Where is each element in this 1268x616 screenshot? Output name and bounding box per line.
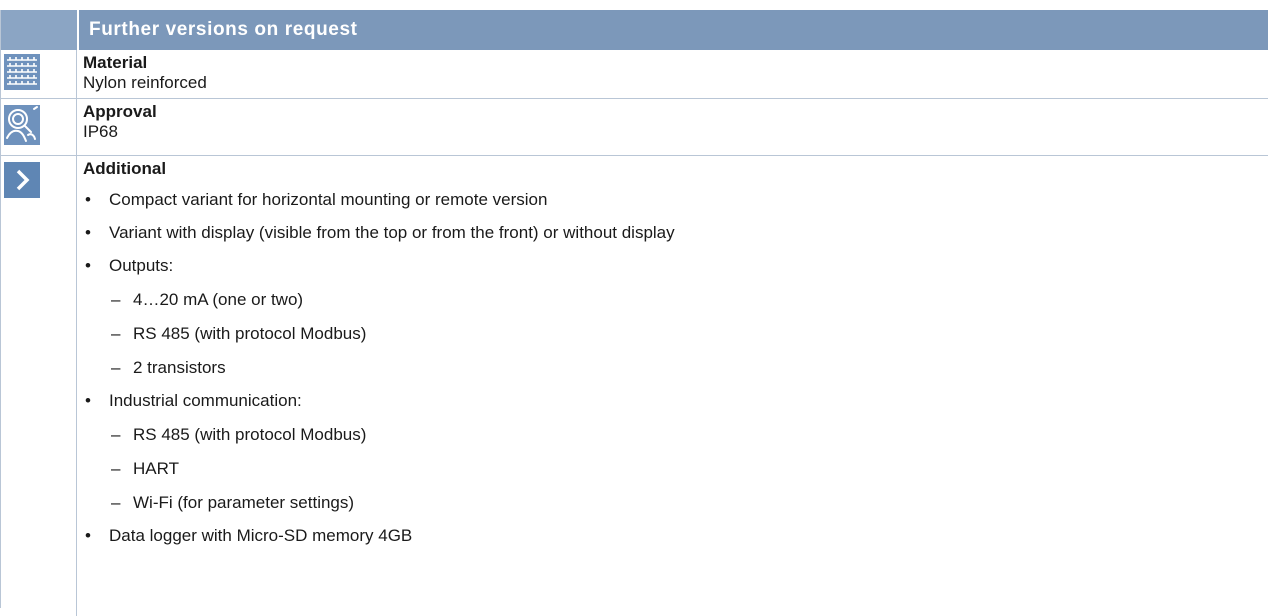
sub-list: 4…20 mA (one or two) RS 485 (with protoc… <box>109 288 1268 380</box>
additional-row: Additional Compact variant for horizonta… <box>1 156 1268 616</box>
list-item: Outputs: 4…20 mA (one or two) RS 485 (wi… <box>83 254 1268 380</box>
material-content: Material Nylon reinforced <box>77 50 1268 98</box>
sub-list-item: 2 transistors <box>109 356 1268 380</box>
fabric-weave-icon <box>4 54 40 90</box>
inspector-magnifier-icon <box>4 105 40 145</box>
approval-row: Approval IP68 <box>1 99 1268 156</box>
sub-list-item: 4…20 mA (one or two) <box>109 288 1268 312</box>
material-icon-cell <box>1 50 77 98</box>
approval-heading: Approval <box>83 102 157 121</box>
sub-list-item: RS 485 (with protocol Modbus) <box>109 322 1268 346</box>
material-value: Nylon reinforced <box>83 73 207 92</box>
list-item: Variant with display (visible from the t… <box>83 221 1268 245</box>
list-item: Compact variant for horizontal mounting … <box>83 188 1268 212</box>
material-row: Material Nylon reinforced <box>1 50 1268 99</box>
list-item: Data logger with Micro-SD memory 4GB <box>83 524 1268 548</box>
table-title: Further versions on request <box>89 19 358 40</box>
header-icon-column <box>1 10 79 50</box>
approval-value: IP68 <box>83 122 118 141</box>
approval-icon-cell <box>1 99 77 155</box>
chevron-right-icon <box>4 162 40 198</box>
additional-heading: Additional <box>83 159 167 178</box>
additional-icon-cell <box>1 156 77 616</box>
sub-list-item: HART <box>109 457 1268 481</box>
sub-list: RS 485 (with protocol Modbus) HART Wi-Fi… <box>109 423 1268 515</box>
approval-content: Approval IP68 <box>77 99 1268 155</box>
additional-list: Compact variant for horizontal mounting … <box>83 188 1268 548</box>
sub-list-item: RS 485 (with protocol Modbus) <box>109 423 1268 447</box>
specification-table: Further versions on request Material Nyl… <box>0 10 1268 616</box>
sub-list-item: Wi-Fi (for parameter settings) <box>109 491 1268 515</box>
list-item: Industrial communication: RS 485 (with p… <box>83 389 1268 515</box>
table-header: Further versions on request <box>1 10 1268 50</box>
material-heading: Material <box>83 53 148 72</box>
additional-content: Additional Compact variant for horizonta… <box>77 156 1268 616</box>
